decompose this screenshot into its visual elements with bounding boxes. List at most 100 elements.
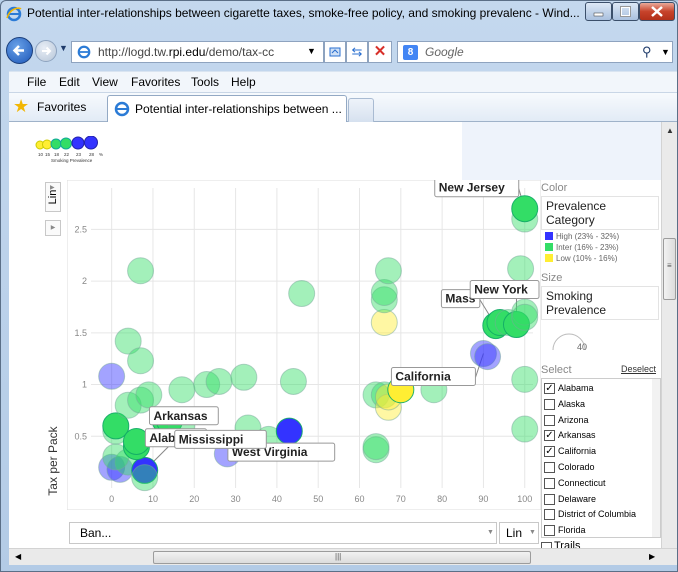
state-name: Colorado: [558, 462, 595, 472]
state-checkbox[interactable]: ✓: [544, 383, 555, 394]
y-tick-label: 0.5: [74, 431, 87, 441]
scatter-plot[interactable]: 0 10 20 30 40 50 60 70 80 90 100 0.5 1 1.5 2 2.5 New Je…: [67, 180, 541, 510]
state-checkbox[interactable]: [544, 509, 555, 521]
maximize-icon: [620, 6, 631, 17]
recent-pages-dropdown[interactable]: ▼: [59, 43, 68, 53]
state-checkbox[interactable]: [544, 462, 555, 473]
size-variable-select[interactable]: Smoking Prevalence: [541, 286, 659, 320]
url-domain: rpi.edu: [168, 45, 206, 59]
new-tab-button[interactable]: [348, 98, 374, 122]
vertical-scroll-thumb[interactable]: ≡: [663, 238, 676, 300]
state-checkbox[interactable]: ✓: [544, 446, 555, 458]
data-point: [511, 195, 539, 223]
size-legend-tick: 22: [64, 152, 70, 157]
trails-label: Trails: [554, 540, 581, 548]
ie-page-icon: [114, 101, 130, 117]
compatibility-view-button[interactable]: [324, 41, 346, 63]
legend-label-low: Low (10% - 16%): [556, 254, 618, 263]
point-label-text: New Jersey: [439, 181, 505, 195]
favorites-star-icon: ★: [13, 96, 30, 116]
horizontal-scroll-thumb[interactable]: |||: [153, 551, 531, 564]
menu-help[interactable]: Help: [231, 75, 256, 89]
scroll-up-icon[interactable]: ▲: [666, 126, 674, 135]
x-axis-scale-select[interactable]: Lin ▼: [499, 522, 539, 544]
search-icon[interactable]: ⚲: [642, 44, 652, 60]
y-axis-scale-label: Lin: [47, 189, 59, 205]
favorites-label: Favorites: [37, 100, 87, 114]
x-tick-label: 40: [272, 494, 282, 504]
vertical-scrollbar[interactable]: ▲ ≡: [661, 122, 677, 548]
state-checkbox[interactable]: [544, 414, 555, 426]
scroll-left-icon[interactable]: ◀: [15, 552, 21, 561]
menu-bar: File Edit View Favorites Tools Help: [9, 71, 677, 92]
point-label-text: Arkansas: [153, 409, 207, 423]
scroll-right-icon[interactable]: ▶: [649, 552, 655, 561]
x-tick-label: 60: [354, 494, 364, 504]
data-point: [131, 464, 159, 492]
size-legend-caption: Smoking Prevalence: [51, 158, 93, 163]
minimize-icon: [593, 12, 604, 17]
search-placeholder[interactable]: Google: [425, 45, 464, 59]
favorites-bar: ★ Favorites Potential inter-relationship…: [9, 92, 677, 122]
y-axis-label-box[interactable]: Tax per Pack: [45, 412, 61, 512]
data-point: [288, 280, 316, 308]
y-tick-label: 2.5: [74, 224, 87, 234]
x-axis-variable-select[interactable]: Ban... ▼: [69, 522, 497, 544]
deselect-link[interactable]: Deselect: [621, 364, 656, 374]
state-name: Arkansas: [558, 430, 596, 441]
stop-button[interactable]: ✕: [368, 41, 392, 63]
state-checkbox[interactable]: ✓: [544, 430, 555, 442]
x-tick-label: 0: [109, 494, 114, 504]
state-checkbox[interactable]: [544, 493, 555, 505]
forward-button[interactable]: [35, 40, 57, 62]
minimize-button[interactable]: [585, 2, 612, 21]
menu-edit[interactable]: Edit: [59, 75, 80, 89]
state-name: District of Columbia: [558, 509, 637, 520]
close-button[interactable]: [639, 2, 675, 21]
menu-view[interactable]: View: [92, 75, 118, 89]
search-box[interactable]: 8 Google ⚲ ▼: [397, 41, 673, 63]
grip-icon: ≡: [667, 261, 672, 270]
address-dropdown-icon[interactable]: ▼: [307, 46, 316, 56]
color-legend-inter: Inter (16% - 23%): [545, 243, 619, 252]
size-legend-tick: 18: [54, 152, 60, 157]
size-dial-icon[interactable]: [549, 320, 589, 360]
data-point: [374, 257, 402, 285]
y-axis-scale-toggle[interactable]: ▶ Lin: [45, 182, 61, 212]
state-list-scrollbar[interactable]: [652, 379, 660, 537]
swatch-low: [545, 254, 553, 262]
search-options-dropdown[interactable]: ▼: [661, 47, 670, 57]
color-variable-select[interactable]: Prevalence Category: [541, 196, 659, 230]
back-button[interactable]: [6, 37, 33, 64]
data-point: [127, 347, 155, 375]
y-axis-variable-select[interactable]: ▶: [45, 220, 61, 236]
x-tick-label: 20: [189, 494, 199, 504]
state-select-list[interactable]: ✓ Alabama Alaska Arizona ✓ Arkansas ✓ Californi…: [541, 378, 661, 538]
size-legend-tick: 10: [38, 152, 44, 157]
address-bar[interactable]: http://logd.tw.rpi.edu/demo/tax-cc ▼: [71, 41, 324, 63]
y-tick-label: 2: [82, 276, 87, 286]
refresh-button[interactable]: ⇆: [346, 41, 368, 63]
address-url[interactable]: http://logd.tw.rpi.edu/demo/tax-cc: [98, 45, 283, 59]
x-tick-label: 50: [313, 494, 323, 504]
legend-label-inter: Inter (16% - 23%): [556, 243, 619, 252]
swatch-inter: [545, 243, 553, 251]
refresh-icon: ⇆: [351, 44, 363, 59]
state-checkbox[interactable]: [544, 477, 555, 489]
horizontal-scrollbar[interactable]: ◀ ||| ▶: [9, 548, 677, 565]
title-bar: Potential inter-relationships between ci…: [1, 1, 677, 27]
google-icon: 8: [403, 45, 418, 60]
menu-tools[interactable]: Tools: [191, 75, 219, 89]
state-checkbox[interactable]: [544, 398, 555, 410]
state-checkbox[interactable]: [544, 525, 555, 537]
chevron-down-icon: ▼: [529, 529, 536, 536]
ie-logo-icon: [6, 6, 22, 22]
window-title: Potential inter-relationships between ci…: [27, 6, 580, 20]
x-axis-scale-label: Lin: [506, 526, 523, 540]
y-axis-label: Tax per Pack: [46, 426, 60, 496]
tab-active[interactable]: Potential inter-relationships between ..…: [107, 95, 347, 122]
point-label: Mississippi: [174, 429, 267, 449]
menu-favorites[interactable]: Favorites: [131, 75, 180, 89]
maximize-button[interactable]: [612, 2, 639, 21]
menu-file[interactable]: File: [27, 75, 46, 89]
